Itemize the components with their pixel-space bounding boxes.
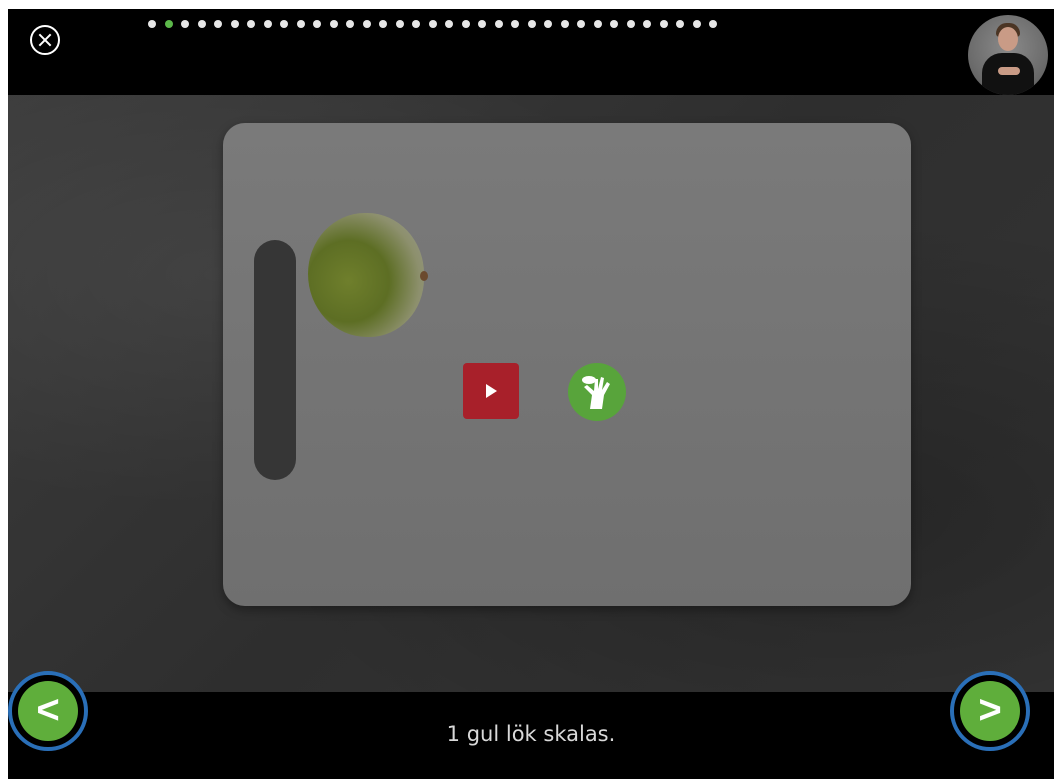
step-dot-7[interactable] <box>247 20 255 28</box>
step-dot-11[interactable] <box>313 20 321 28</box>
step-dot-18[interactable] <box>428 20 437 28</box>
step-caption: 1 gul lök skalas. <box>446 722 616 746</box>
sign-language-interpreter-avatar[interactable] <box>968 15 1048 95</box>
step-dot-5[interactable] <box>214 20 222 28</box>
step-dot-19[interactable] <box>445 20 453 28</box>
step-dot-12[interactable] <box>329 20 338 28</box>
step-dot-30[interactable] <box>626 20 635 28</box>
step-dot-13[interactable] <box>346 20 354 28</box>
step-dot-23[interactable] <box>511 20 519 28</box>
step-dot-9[interactable] <box>280 20 288 28</box>
step-dot-2[interactable] <box>164 20 173 28</box>
step-dot-14[interactable] <box>362 20 371 28</box>
onion-root <box>420 271 428 281</box>
close-button[interactable] <box>30 25 60 55</box>
step-dot-3[interactable] <box>181 20 189 28</box>
step-progress-dots <box>148 20 788 28</box>
signer-head <box>998 27 1018 51</box>
sign-language-button[interactable] <box>568 363 626 421</box>
step-dot-1[interactable] <box>148 20 156 28</box>
recipe-viewer: 1 gul lök skalas. <box>8 9 1054 779</box>
previous-step-button[interactable]: < <box>8 671 88 751</box>
step-dot-25[interactable] <box>544 20 552 28</box>
bottom-bar: 1 gul lök skalas. <box>8 692 1054 779</box>
next-step-button[interactable]: > <box>950 671 1030 751</box>
onion <box>308 213 424 337</box>
step-dot-17[interactable] <box>412 20 420 28</box>
cutting-board <box>223 123 911 606</box>
step-dot-35[interactable] <box>709 20 717 28</box>
board-handle <box>254 240 296 480</box>
step-dot-26[interactable] <box>560 20 569 28</box>
step-dot-28[interactable] <box>593 20 602 28</box>
previous-step-label: < <box>18 681 78 741</box>
step-dot-15[interactable] <box>379 20 387 28</box>
step-image <box>8 95 1054 692</box>
signer-hands <box>998 67 1020 75</box>
step-dot-31[interactable] <box>643 20 651 28</box>
step-dot-32[interactable] <box>659 20 668 28</box>
step-dot-10[interactable] <box>296 20 305 28</box>
step-dot-24[interactable] <box>527 20 536 28</box>
step-dot-29[interactable] <box>610 20 618 28</box>
step-dot-16[interactable] <box>395 20 404 28</box>
step-dot-20[interactable] <box>461 20 470 28</box>
sign-language-hand-icon <box>582 376 610 409</box>
next-step-label: > <box>960 681 1020 741</box>
step-dot-6[interactable] <box>230 20 239 28</box>
step-dot-27[interactable] <box>577 20 585 28</box>
top-bar <box>8 9 1054 95</box>
step-dot-34[interactable] <box>692 20 701 28</box>
step-dot-22[interactable] <box>494 20 503 28</box>
step-dot-33[interactable] <box>676 20 684 28</box>
step-dot-21[interactable] <box>478 20 486 28</box>
play-button[interactable] <box>463 363 519 419</box>
step-dot-4[interactable] <box>197 20 206 28</box>
step-dot-8[interactable] <box>263 20 272 28</box>
